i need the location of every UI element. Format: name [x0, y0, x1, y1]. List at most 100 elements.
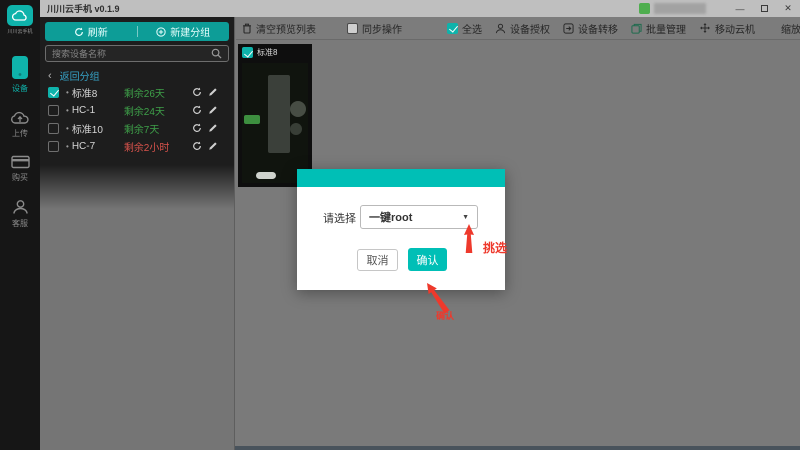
screen-gear-shape: [290, 123, 302, 135]
restart-icon[interactable]: [192, 141, 202, 151]
edit-icon[interactable]: [208, 141, 218, 151]
cancel-button[interactable]: 取消: [357, 249, 398, 271]
minimize-button[interactable]: —: [728, 0, 752, 17]
refresh-label: 刷新: [88, 24, 108, 39]
device-search-box: [45, 45, 229, 62]
new-group-button[interactable]: 新建分组: [138, 22, 230, 41]
device-transfer-button[interactable]: 设备转移: [563, 21, 618, 36]
restart-icon[interactable]: [192, 123, 202, 133]
device-transfer-label: 设备转移: [578, 21, 618, 36]
sync-label: 同步操作: [362, 21, 402, 36]
sidebar-item-devices[interactable]: 设备: [11, 55, 29, 94]
new-group-label: 新建分组: [170, 24, 210, 39]
device-preview-card[interactable]: 标准8: [238, 44, 312, 187]
sidebar-item-buy[interactable]: 购买: [11, 155, 30, 183]
chevron-down-icon: ▼: [462, 214, 469, 221]
select-all-checkbox[interactable]: [447, 23, 458, 34]
batch-manage-button[interactable]: 批量管理: [631, 21, 686, 36]
bullet: •: [66, 124, 69, 133]
search-input[interactable]: [52, 49, 211, 59]
bullet: •: [66, 88, 69, 97]
sidebar-item-label: 购买: [12, 172, 28, 183]
phone-icon: [11, 55, 29, 80]
close-button[interactable]: ✕: [776, 0, 800, 17]
app-logo: [7, 5, 33, 26]
select-all-toggle[interactable]: 全选: [447, 21, 482, 36]
transfer-icon: [563, 23, 574, 34]
device-screen-preview[interactable]: [242, 63, 308, 183]
device-name: 标准8: [72, 85, 124, 100]
dropdown-value: 一键root: [369, 209, 462, 225]
preview-checkbox[interactable]: [242, 47, 253, 58]
trash-icon: [242, 23, 252, 34]
user-avatar[interactable]: [639, 3, 650, 14]
cloud-logo-icon: [12, 10, 28, 22]
screen-dialog-shape: [268, 75, 290, 153]
device-name: HC-1: [72, 105, 124, 116]
move-cloud-button[interactable]: 移动云机: [699, 21, 755, 36]
device-rows: • 标准8 剩余26天 • HC-1 剩余24天 • 标准10 剩余7天 • H…: [40, 83, 234, 155]
preview-card-header: 标准8: [238, 44, 312, 61]
preview-device-label: 标准8: [257, 47, 277, 58]
refresh-button[interactable]: 刷新: [45, 22, 137, 41]
device-checkbox[interactable]: [48, 141, 59, 152]
back-to-groups-label: 返回分组: [60, 68, 100, 83]
edit-icon[interactable]: [208, 105, 218, 115]
sidebar-item-support[interactable]: 客服: [12, 199, 29, 229]
app-logo-text: 川川云手机: [7, 28, 32, 35]
refresh-icon: [74, 27, 84, 37]
bullet: •: [66, 106, 69, 115]
device-auth-label: 设备授权: [510, 21, 550, 36]
sidebar-item-label: 设备: [12, 83, 28, 94]
device-row[interactable]: • 标准10 剩余7天: [40, 119, 234, 137]
left-nav-rail: 川川云手机 设备 上传 购买 客服: [0, 0, 40, 450]
batch-manage-label: 批量管理: [646, 21, 686, 36]
person-icon: [495, 23, 506, 34]
device-row[interactable]: • HC-1 剩余24天: [40, 101, 234, 119]
bullet: •: [66, 142, 69, 151]
select-label: 请选择: [323, 210, 356, 226]
device-auth-button[interactable]: 设备授权: [495, 21, 550, 36]
screen-green-shape: [244, 115, 260, 124]
sidebar-item-label: 客服: [12, 218, 28, 229]
sidebar-item-label: 上传: [12, 128, 28, 139]
maximize-button[interactable]: [752, 0, 776, 17]
dialog-header: [297, 169, 505, 187]
move-icon: [699, 22, 711, 34]
search-icon[interactable]: [211, 48, 222, 59]
device-name: 标准10: [72, 121, 124, 136]
screen-pill-shape: [256, 172, 276, 179]
device-name: HC-7: [72, 141, 124, 152]
cloud-upload-icon: [10, 110, 30, 125]
back-to-groups[interactable]: ‹ 返回分组: [48, 68, 100, 83]
device-row[interactable]: • HC-7 剩余2小时: [40, 137, 234, 155]
card-icon: [11, 155, 30, 169]
action-dropdown[interactable]: 一键root ▼: [360, 205, 478, 229]
sync-operation-toggle[interactable]: 同步操作: [347, 21, 402, 36]
clear-preview-label: 清空预览列表: [256, 21, 316, 36]
device-checkbox[interactable]: [48, 123, 59, 134]
device-checkbox[interactable]: [48, 105, 59, 116]
sidebar-item-upload[interactable]: 上传: [10, 110, 30, 139]
sync-checkbox[interactable]: [347, 23, 358, 34]
device-row[interactable]: • 标准8 剩余26天: [40, 83, 234, 101]
restart-icon[interactable]: [192, 105, 202, 115]
device-remaining: 剩余26天: [124, 85, 186, 100]
restart-icon[interactable]: [192, 87, 202, 97]
device-checkbox[interactable]: [48, 87, 59, 98]
title-bar: 川川云手机 v0.1.9 — ✕: [40, 0, 800, 17]
device-list-panel: 刷新 新建分组 ‹ 返回分组 • 标准8 剩余26天 • HC-1 剩余24天: [40, 17, 235, 450]
confirm-button[interactable]: 确认: [408, 248, 447, 271]
chevron-left-icon: ‹: [48, 70, 52, 82]
plus-circle-icon: [156, 27, 166, 37]
device-remaining: 剩余7天: [124, 121, 186, 136]
top-toolbar: 清空预览列表 同步操作 全选 设备授权 设备转移 批量管理 移动云机 缩放等级：…: [236, 17, 800, 40]
zoom-level-label: 缩放等级：90%: [781, 21, 800, 36]
edit-icon[interactable]: [208, 123, 218, 133]
clear-preview-button[interactable]: 清空预览列表: [242, 21, 316, 36]
move-cloud-label: 移动云机: [715, 21, 755, 36]
edit-icon[interactable]: [208, 87, 218, 97]
screen-gear-shape: [290, 101, 306, 117]
panel-action-bar: 刷新 新建分组: [45, 22, 229, 41]
zoom-level-dropdown[interactable]: 缩放等级：90% ▼: [781, 21, 800, 36]
